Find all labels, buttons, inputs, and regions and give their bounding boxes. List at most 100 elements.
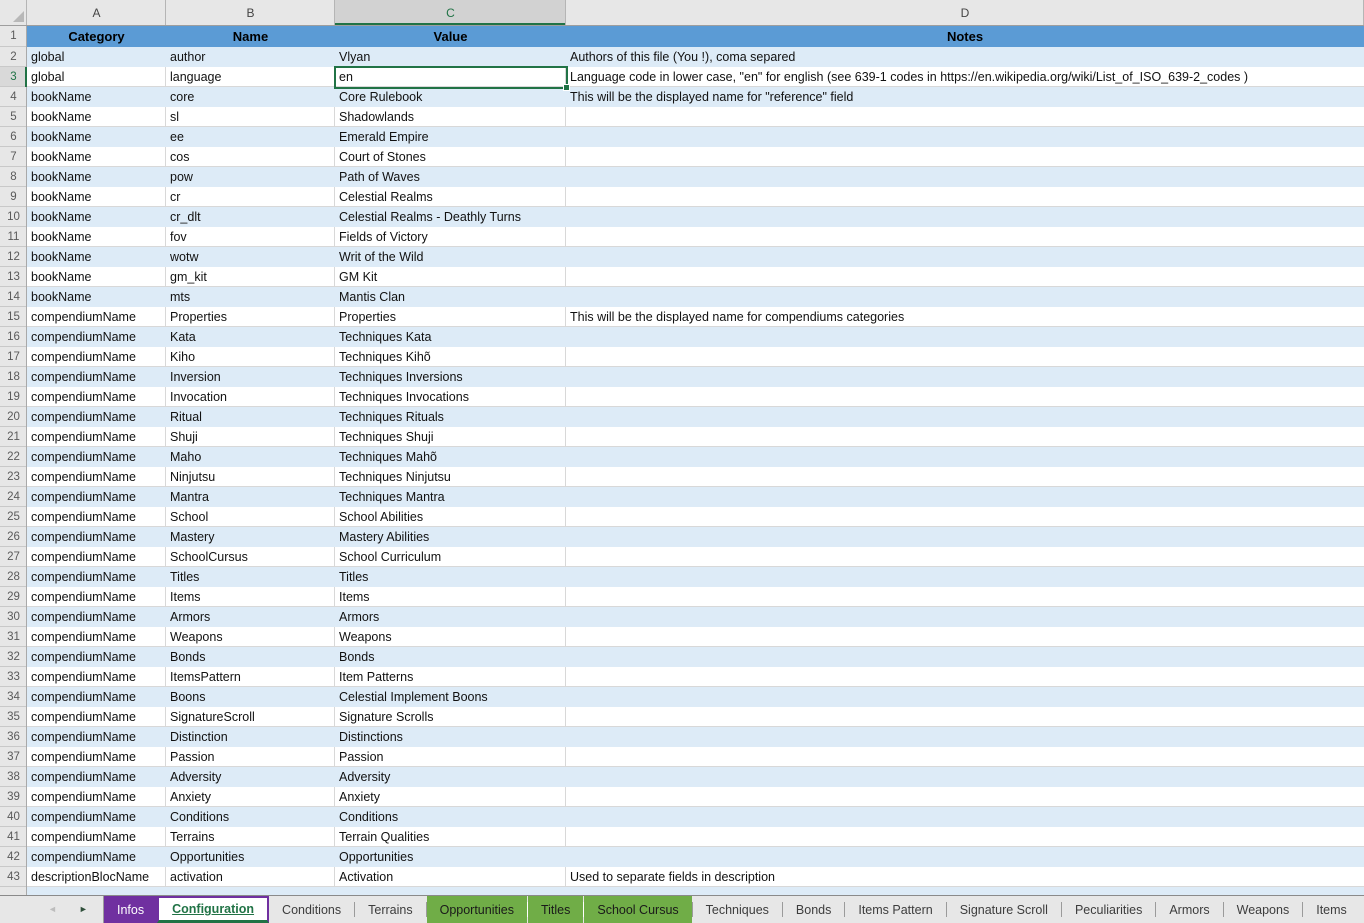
cell-c38[interactable]: Adversity	[335, 767, 566, 787]
cell-c32[interactable]: Bonds	[335, 647, 566, 667]
sheet-tab-conditions[interactable]: Conditions	[269, 896, 354, 923]
cell-d10[interactable]	[566, 207, 1364, 227]
row-number-15[interactable]: 15	[0, 307, 27, 327]
cell-c3[interactable]: en	[335, 67, 566, 87]
cell-a2[interactable]: global	[27, 47, 166, 67]
cell-c5[interactable]: Shadowlands	[335, 107, 566, 127]
cell-a38[interactable]: compendiumName	[27, 767, 166, 787]
cell-a41[interactable]: compendiumName	[27, 827, 166, 847]
row-number-20[interactable]: 20	[0, 407, 27, 427]
cell-d17[interactable]	[566, 347, 1364, 367]
sheet-tab-terrains[interactable]: Terrains	[355, 896, 425, 923]
cell-d15[interactable]: This will be the displayed name for comp…	[566, 307, 1364, 327]
cell-d31[interactable]	[566, 627, 1364, 647]
cell-a12[interactable]: bookName	[27, 247, 166, 267]
cell-d5[interactable]	[566, 107, 1364, 127]
cell-a10[interactable]: bookName	[27, 207, 166, 227]
cell-a15[interactable]: compendiumName	[27, 307, 166, 327]
cell-c26[interactable]: Mastery Abilities	[335, 527, 566, 547]
cell-b40[interactable]: Conditions	[166, 807, 335, 827]
cell-a14[interactable]: bookName	[27, 287, 166, 307]
cell-c18[interactable]: Techniques Inversions	[335, 367, 566, 387]
cell-a16[interactable]: compendiumName	[27, 327, 166, 347]
cell-c6[interactable]: Emerald Empire	[335, 127, 566, 147]
cell-d9[interactable]	[566, 187, 1364, 207]
cell-c22[interactable]: Techniques Mahõ	[335, 447, 566, 467]
cell-c25[interactable]: School Abilities	[335, 507, 566, 527]
row-number-35[interactable]: 35	[0, 707, 27, 727]
cell-b25[interactable]: School	[166, 507, 335, 527]
cell-a31[interactable]: compendiumName	[27, 627, 166, 647]
sheet-tab-weapons[interactable]: Weapons	[1224, 896, 1303, 923]
cell-c2[interactable]: Vlyan	[335, 47, 566, 67]
cell-a27[interactable]: compendiumName	[27, 547, 166, 567]
row-number-16[interactable]: 16	[0, 327, 27, 347]
row-number-7[interactable]: 7	[0, 147, 27, 167]
cell-b10[interactable]: cr_dlt	[166, 207, 335, 227]
cell-d19[interactable]	[566, 387, 1364, 407]
cell-b6[interactable]: ee	[166, 127, 335, 147]
cell-b38[interactable]: Adversity	[166, 767, 335, 787]
cell-c20[interactable]: Techniques Rituals	[335, 407, 566, 427]
cell-b18[interactable]: Inversion	[166, 367, 335, 387]
cell-b12[interactable]: wotw	[166, 247, 335, 267]
row-number-24[interactable]: 24	[0, 487, 27, 507]
cell-a11[interactable]: bookName	[27, 227, 166, 247]
row-number-30[interactable]: 30	[0, 607, 27, 627]
cell-d11[interactable]	[566, 227, 1364, 247]
cell-c41[interactable]: Terrain Qualities	[335, 827, 566, 847]
cell-b35[interactable]: SignatureScroll	[166, 707, 335, 727]
cell-b8[interactable]: pow	[166, 167, 335, 187]
cell-c31[interactable]: Weapons	[335, 627, 566, 647]
next-sheet-icon[interactable]: ►	[79, 905, 88, 914]
sheet-tab-items-pattern[interactable]: Items Pattern	[845, 896, 945, 923]
cell-b23[interactable]: Ninjutsu	[166, 467, 335, 487]
cell-b27[interactable]: SchoolCursus	[166, 547, 335, 567]
cell-c13[interactable]: GM Kit	[335, 267, 566, 287]
cell-b9[interactable]: cr	[166, 187, 335, 207]
cell-a42[interactable]: compendiumName	[27, 847, 166, 867]
cell-d38[interactable]	[566, 767, 1364, 787]
cell-d26[interactable]	[566, 527, 1364, 547]
cell-b29[interactable]: Items	[166, 587, 335, 607]
cell-d24[interactable]	[566, 487, 1364, 507]
cell-d37[interactable]	[566, 747, 1364, 767]
cell-d18[interactable]	[566, 367, 1364, 387]
cell-b33[interactable]: ItemsPattern	[166, 667, 335, 687]
cell-d29[interactable]	[566, 587, 1364, 607]
cell-d22[interactable]	[566, 447, 1364, 467]
cell-a34[interactable]: compendiumName	[27, 687, 166, 707]
column-header-a[interactable]: A	[27, 0, 166, 25]
cell-c43[interactable]: Activation	[335, 867, 566, 887]
cell-b41[interactable]: Terrains	[166, 827, 335, 847]
row-number-14[interactable]: 14	[0, 287, 27, 307]
header-cell-d1[interactable]: Notes	[566, 26, 1364, 47]
cell-d6[interactable]	[566, 127, 1364, 147]
cell-d28[interactable]	[566, 567, 1364, 587]
cell-b43[interactable]: activation	[166, 867, 335, 887]
sheet-tab-opportunities[interactable]: Opportunities	[427, 896, 527, 923]
cell-a25[interactable]: compendiumName	[27, 507, 166, 527]
cell-b7[interactable]: cos	[166, 147, 335, 167]
cell-b19[interactable]: Invocation	[166, 387, 335, 407]
cell-d2[interactable]: Authors of this file (You !), coma separ…	[566, 47, 1364, 67]
sheet-tab-signature-scroll[interactable]: Signature Scroll	[947, 896, 1061, 923]
cell-a9[interactable]: bookName	[27, 187, 166, 207]
sheet-tab-armors[interactable]: Armors	[1156, 896, 1222, 923]
cell-c11[interactable]: Fields of Victory	[335, 227, 566, 247]
cell-c35[interactable]: Signature Scrolls	[335, 707, 566, 727]
cell-d43[interactable]: Used to separate fields in description	[566, 867, 1364, 887]
row-number-36[interactable]: 36	[0, 727, 27, 747]
cell-a20[interactable]: compendiumName	[27, 407, 166, 427]
sheet-tab-items[interactable]: Items	[1303, 896, 1360, 923]
cell-d4[interactable]: This will be the displayed name for "ref…	[566, 87, 1364, 107]
row-number-25[interactable]: 25	[0, 507, 27, 527]
sheet-tab-configuration[interactable]: Configuration	[157, 896, 269, 923]
cell-b4[interactable]: core	[166, 87, 335, 107]
cell-a7[interactable]: bookName	[27, 147, 166, 167]
cell-b21[interactable]: Shuji	[166, 427, 335, 447]
row-number-34[interactable]: 34	[0, 687, 27, 707]
cell-a35[interactable]: compendiumName	[27, 707, 166, 727]
cell-c34[interactable]: Celestial Implement Boons	[335, 687, 566, 707]
cell-a32[interactable]: compendiumName	[27, 647, 166, 667]
